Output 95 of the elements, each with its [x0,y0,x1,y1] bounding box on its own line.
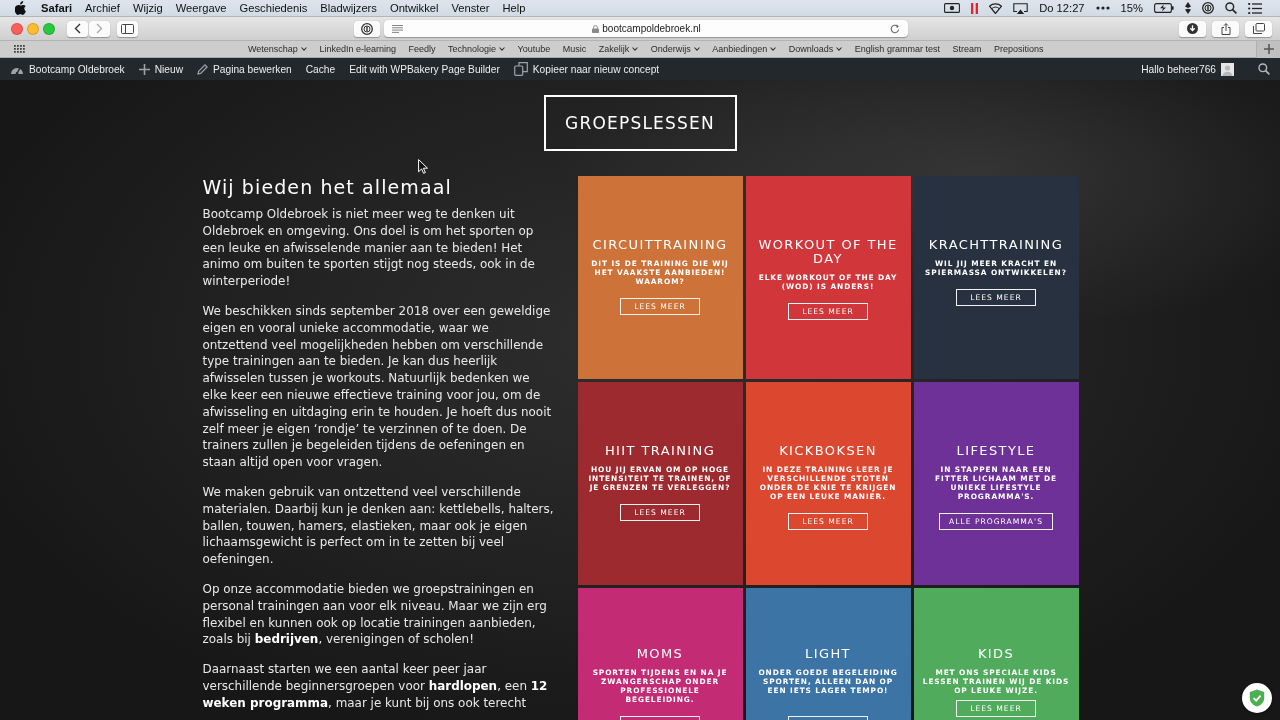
close-window-button[interactable] [11,22,23,35]
password-manager-button[interactable] [354,20,380,37]
pencil-icon [197,63,208,75]
bookmark-link[interactable]: Stream [952,44,982,54]
shield-check-icon [1249,689,1265,707]
admin-bar-link[interactable]: Kopieer naar nieuw concept [513,62,660,76]
bookmark-link[interactable]: Zakelijk [598,44,639,54]
caret-icon [770,47,777,51]
plus-icon [138,63,150,75]
bookmark-link[interactable]: Wetenschap [248,44,307,54]
admin-bar-link[interactable]: Pagina bewerken [197,63,292,75]
class-title: KICKBOKSEN [779,444,877,458]
intro-paragraph: Op onze accommodatie bieden we groepstrainingen en personal trainingen aan voor elk niveau. Maar we zijn erg flexibel en kunnen ook op locatie trainingen aanbieden, zoals bij bedrijven, verenigingen of scholen! [202,580,548,649]
bookmark-link[interactable]: English grammar test [854,44,940,54]
menu-item[interactable]: Archief [85,0,120,16]
intro-paragraph: Bootcamp Oldebroek is niet meer weg te denken uit Oldebroek en omgeving. Ons doel is om het sporten op een leuke en afwisselende manier aan te bieden! Het animo om buiten te sporten stijgt nog steeds, ook in de winterperiode! [202,206,536,290]
more-icon[interactable] [1095,6,1110,10]
back-button[interactable] [67,20,88,37]
caret-icon [300,47,307,51]
section-title: GROEPSLESSEN [543,95,737,151]
admin-bar-link[interactable]: Edit with WPBakery Page Builder [349,63,500,75]
menu-item[interactable]: Help [502,0,526,16]
bookmark-link[interactable]: LinkedIn e-learning [319,44,396,54]
chevron-left-icon [74,23,81,34]
search-icon [1258,63,1270,75]
menu-item[interactable]: Wijzig [132,0,163,16]
chevron-right-icon [96,23,103,34]
screen-record-icon[interactable] [944,3,961,13]
menu-item[interactable]: Weergave [175,0,227,16]
bookmark-link[interactable]: Youtube [517,44,551,54]
intro-paragraph: We beschikken sinds september 2018 over een geweldige eigen en vooral unieke accommodatie, waar we ontzettend veel mogelijkheden hebben om verschillende type trainingen aan te bieden. Je kan dus heerlijk afwisselen tussen je workouts. Natuurlijk bedenken we elke keer een nieuwe effectieve training voor jou, om de afwisseling en uitdaging erin te houden. Je hoeft dus nooit zelf meer je eigen ‘rondje’ te verzinnen of te doen. De trainers zullen je begeleiden tijdens de oefeningen en staan altijd open voor vragen. [202,303,553,471]
search-icon[interactable] [1225,2,1237,14]
bookmark-link[interactable]: Music [562,44,587,54]
list-icon[interactable] [1248,2,1262,14]
intro-paragraph: Daarnaast starten we een aantal keer peer jaar verschillende beginnersgroepen voor hardlopen, een 12 weken programma, maar je kunt bij ons ook terecht [202,661,549,712]
class-title: KRACHTTRAINING [928,238,1064,252]
class-title: CIRCUITTRAINING [592,238,728,252]
copy-icon [513,62,528,76]
share-button[interactable] [1212,20,1239,37]
avatar-icon [1221,62,1234,76]
security-badge-button[interactable] [1242,683,1272,713]
class-title: MOMS [636,647,684,661]
tabs-icon [1252,23,1265,34]
bookmark-link[interactable]: Feedly [408,44,436,54]
keyhole-icon [1202,2,1214,14]
admin-bar-link[interactable]: Bootcamp Oldebroek [10,63,125,75]
class-title: LIGHT [805,647,851,661]
pause-icon[interactable] [971,2,979,14]
caret-icon [632,47,639,51]
bookmark-link[interactable]: Downloads [788,44,843,54]
bookmark-link[interactable]: Prepositions [993,44,1044,54]
airplay-icon[interactable] [1013,2,1029,14]
lock-icon [592,24,600,33]
url-text[interactable]: bootcampoldebroek.nl [602,23,701,34]
up-down-arrows-icon[interactable] [1185,2,1191,14]
address-field[interactable]: bootcampoldebroek.nl [384,20,908,37]
menu-item[interactable]: Safari [41,0,73,16]
class-title: WORKOUT OF THE DAY [757,238,899,266]
intro-paragraph: We maken gebruik van ontzettend veel verschillende materialen. Daarbij kun je denken aan: kettlebells, halters, ballen, touwen, hamers, elastieken, maar ook je eigen lichaamsgewicht is perfect om in te zetten bij veel oefeningen. [202,483,555,568]
class-title: LIFESTYLE [956,444,1036,458]
cut-off-button[interactable] [788,716,868,720]
downloads-button[interactable] [1179,20,1206,37]
menu-item[interactable]: Ontwikkel [389,0,439,16]
admin-bar-link[interactable]: Nieuw [138,63,183,75]
admin-bar-link[interactable]: Cache [305,63,336,75]
download-icon [1187,23,1198,34]
caret-icon [693,47,700,51]
apple-icon[interactable] [15,1,27,15]
bookmark-link[interactable]: Aanbiedingen [712,44,777,54]
menu-item[interactable]: Geschiedenis [239,0,308,16]
class-title: HIIT TRAINING [604,444,716,458]
caret-icon [836,47,843,51]
keyhole-icon [361,22,373,35]
reader-icon [392,24,403,33]
bookmark-link[interactable]: Technologie [447,44,505,54]
grid-icon[interactable] [14,45,25,53]
reload-icon [890,23,900,34]
intro-heading: Wij bieden het allemaal [202,176,452,198]
bookmark-link[interactable]: Onderwijs [650,44,700,54]
account-link[interactable]: Hallo beheer766 [1141,62,1234,76]
class-title: KIDS [977,647,1015,661]
wifi-icon[interactable] [989,2,1003,14]
cursor-icon [418,159,428,174]
plus-icon [1263,44,1274,54]
sidebar-icon [121,23,134,34]
clock-text[interactable]: Do 12:27 [1039,0,1085,16]
tabs-button[interactable] [1245,20,1272,37]
sidebar-button[interactable] [117,20,138,37]
share-icon [1220,22,1231,35]
menu-item[interactable]: Venster [451,0,490,16]
cut-off-button[interactable] [620,716,700,720]
menu-item[interactable]: Bladwijzers [320,0,377,16]
battery-charging-icon[interactable] [1154,3,1174,13]
caret-icon [499,47,505,51]
battery-percentage: 15% [1120,1,1143,16]
